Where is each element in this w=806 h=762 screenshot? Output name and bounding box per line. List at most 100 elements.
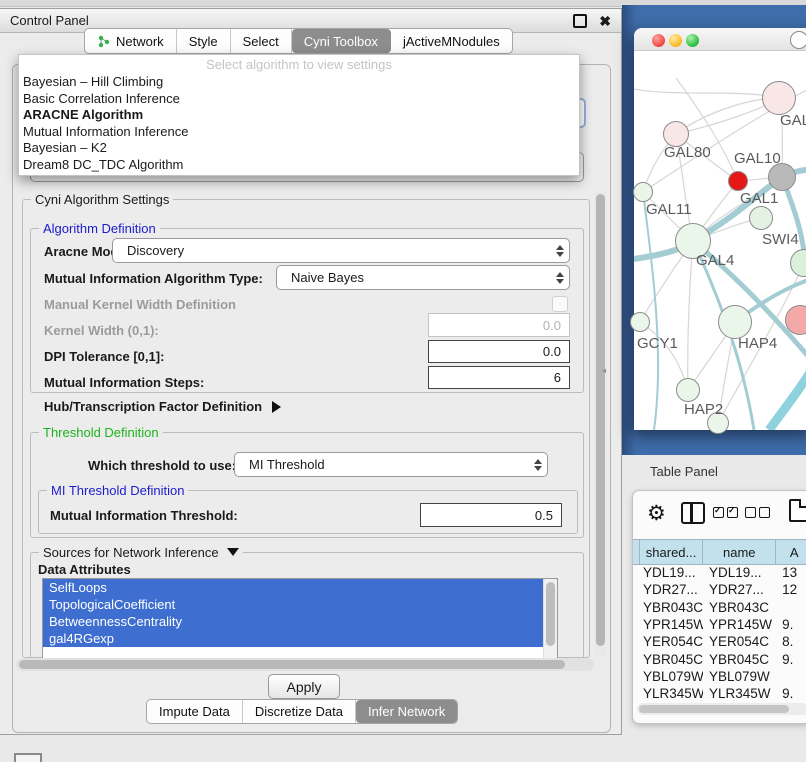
data-attributes-label: Data Attributes [38, 562, 131, 577]
which-threshold-combobox[interactable]: MI Threshold [234, 452, 548, 477]
stepper-icon [529, 459, 547, 471]
gear-icon[interactable]: ⚙ [647, 501, 666, 526]
new-table-icon[interactable] [789, 499, 806, 522]
select-all-icon[interactable] [713, 507, 738, 518]
tab-select[interactable]: Select [231, 29, 292, 53]
table-cell: 9. [776, 652, 806, 667]
network-node[interactable] [749, 206, 773, 230]
minimized-window-icon[interactable] [14, 753, 42, 762]
column-header[interactable]: name [703, 540, 776, 564]
table-cell: YBL079W [639, 669, 703, 684]
network-node[interactable] [718, 305, 752, 339]
tab-network[interactable]: Network [85, 29, 177, 53]
table-row[interactable]: YER054CYER054C8. [639, 633, 806, 650]
manual-kernel-width-label: Manual Kernel Width Definition [44, 297, 236, 312]
data-attributes-list: SelfLoopsTopologicalCoefficientBetweenne… [42, 578, 558, 660]
network-node[interactable] [676, 378, 700, 402]
scrollbar-thumb[interactable] [639, 705, 789, 713]
algorithm-list: Bayesian – Hill ClimbingBasic Correlatio… [19, 74, 579, 173]
dpi-tolerance-field[interactable]: 0.0 [428, 340, 570, 363]
algorithm-option[interactable]: Basic Correlation Inference [19, 91, 579, 108]
hub-transcription-factor-toggle[interactable]: Hub/Transcription Factor Definition [44, 399, 281, 414]
tab-label: Network [116, 34, 164, 49]
table-row[interactable]: YLR345WYLR345W9. [639, 685, 806, 702]
kernel-width-field[interactable]: 0.0 [428, 313, 570, 337]
network-node[interactable] [790, 249, 806, 277]
settings-horizontal-scrollbar[interactable] [16, 658, 594, 671]
list-vertical-scrollbar[interactable] [543, 579, 557, 659]
table-cell: YBR043C [703, 600, 776, 615]
network-node[interactable] [785, 305, 806, 335]
table-cell: YDL19... [703, 565, 776, 580]
settings-vertical-scrollbar[interactable] [594, 190, 607, 658]
network-node-label: GAL11 [646, 201, 692, 218]
algorithm-option[interactable]: Bayesian – K2 [19, 140, 579, 157]
close-icon[interactable]: ✖ [599, 14, 611, 28]
network-node[interactable] [630, 312, 650, 332]
table-cell: 13 [776, 565, 806, 580]
float-window-icon[interactable] [573, 14, 587, 28]
dpi-tolerance-label: DPI Tolerance [0,1]: [44, 349, 164, 364]
group-title: Algorithm Definition [39, 221, 160, 236]
sources-toggle[interactable]: Sources for Network Inference [39, 545, 243, 560]
tab-cyni-toolbox[interactable]: Cyni Toolbox [292, 29, 391, 53]
mi-steps-field[interactable]: 6 [428, 366, 570, 389]
sources-title: Sources for Network Inference [43, 545, 219, 560]
network-node[interactable] [633, 182, 653, 202]
tab-impute-data[interactable]: Impute Data [147, 700, 243, 723]
algorithm-option[interactable]: ARACNE Algorithm [19, 107, 579, 124]
tab-label: Cyni Toolbox [304, 34, 378, 49]
deselect-all-icon[interactable] [745, 507, 770, 518]
table-row[interactable]: YPR145WYPR145W9. [639, 616, 806, 633]
network-node[interactable] [762, 81, 796, 115]
network-node[interactable] [728, 171, 748, 191]
algorithm-option[interactable]: Dream8 DC_TDC Algorithm [19, 157, 579, 174]
manual-kernel-width-checkbox[interactable] [552, 296, 568, 312]
data-attribute-item[interactable]: gal4RGexp [43, 630, 543, 647]
tab-discretize-data[interactable]: Discretize Data [243, 700, 356, 723]
table-row[interactable]: YBL079WYBL079W [639, 668, 806, 685]
scrollbar-thumb[interactable] [596, 194, 605, 646]
data-attribute-item[interactable]: BetweennessCentrality [43, 613, 543, 630]
algorithm-dropdown-popup: Select algorithm to view settings Bayesi… [18, 54, 580, 176]
scrollbar-thumb[interactable] [19, 660, 565, 669]
combobox-value: Naive Bayes [277, 270, 551, 285]
data-attribute-item[interactable]: SelfLoops [43, 579, 543, 596]
tab-infer-network[interactable]: Infer Network [356, 700, 457, 723]
network-node-label: SWI4 [762, 231, 799, 248]
network-node-label: GAL4 [696, 252, 734, 269]
table-cell: YLR345W [639, 686, 703, 701]
column-layout-icon[interactable] [681, 502, 705, 524]
network-canvas[interactable]: GALGAL80GAL10GAL11GAL1SWI4GAL4GCY1HAP4YH… [634, 28, 806, 430]
table-row[interactable]: YDR27...YDR27...12 [639, 581, 806, 598]
mi-threshold-field[interactable]: 0.5 [420, 503, 562, 527]
table-panel-title: Table Panel [650, 464, 718, 479]
column-header[interactable]: shared... [639, 540, 703, 564]
panel-splitter-handle[interactable]: ◂ [602, 366, 608, 376]
group-title: Threshold Definition [39, 425, 163, 440]
algorithm-option[interactable]: Mutual Information Inference [19, 124, 579, 141]
group-title: MI Threshold Definition [47, 483, 188, 498]
network-node[interactable] [768, 163, 796, 191]
table-cell: 12 [776, 582, 806, 597]
network-node-label: GAL80 [664, 144, 711, 161]
mi-algorithm-type-combobox[interactable]: Naive Bayes [276, 265, 570, 290]
expanded-arrow-icon [227, 548, 239, 556]
table-horizontal-scrollbar[interactable] [637, 703, 806, 715]
tab-style[interactable]: Style [177, 29, 231, 53]
aracne-mode-combobox[interactable]: Discovery [112, 238, 570, 263]
apply-button[interactable]: Apply [268, 674, 340, 699]
table-cell: YBL079W [703, 669, 776, 684]
table-row[interactable]: YBR043CYBR043C [639, 599, 806, 616]
table-row[interactable]: YBR045CYBR045C9. [639, 650, 806, 667]
algorithm-option[interactable]: Bayesian – Hill Climbing [19, 74, 579, 91]
scrollbar-thumb[interactable] [546, 582, 555, 646]
tab-jactivemnodules[interactable]: jActiveMNodules [391, 29, 512, 53]
table-cell: YDR27... [639, 582, 703, 597]
network-node[interactable] [790, 31, 806, 49]
column-header[interactable]: A [776, 540, 806, 564]
data-attribute-item[interactable]: TopologicalCoefficient [43, 596, 543, 613]
cyni-bottom-tabs: Impute Data Discretize Data Infer Networ… [146, 699, 458, 724]
table-row[interactable]: YDL19...YDL19...13 [639, 564, 806, 581]
network-node-label: HAP2 [684, 401, 723, 418]
